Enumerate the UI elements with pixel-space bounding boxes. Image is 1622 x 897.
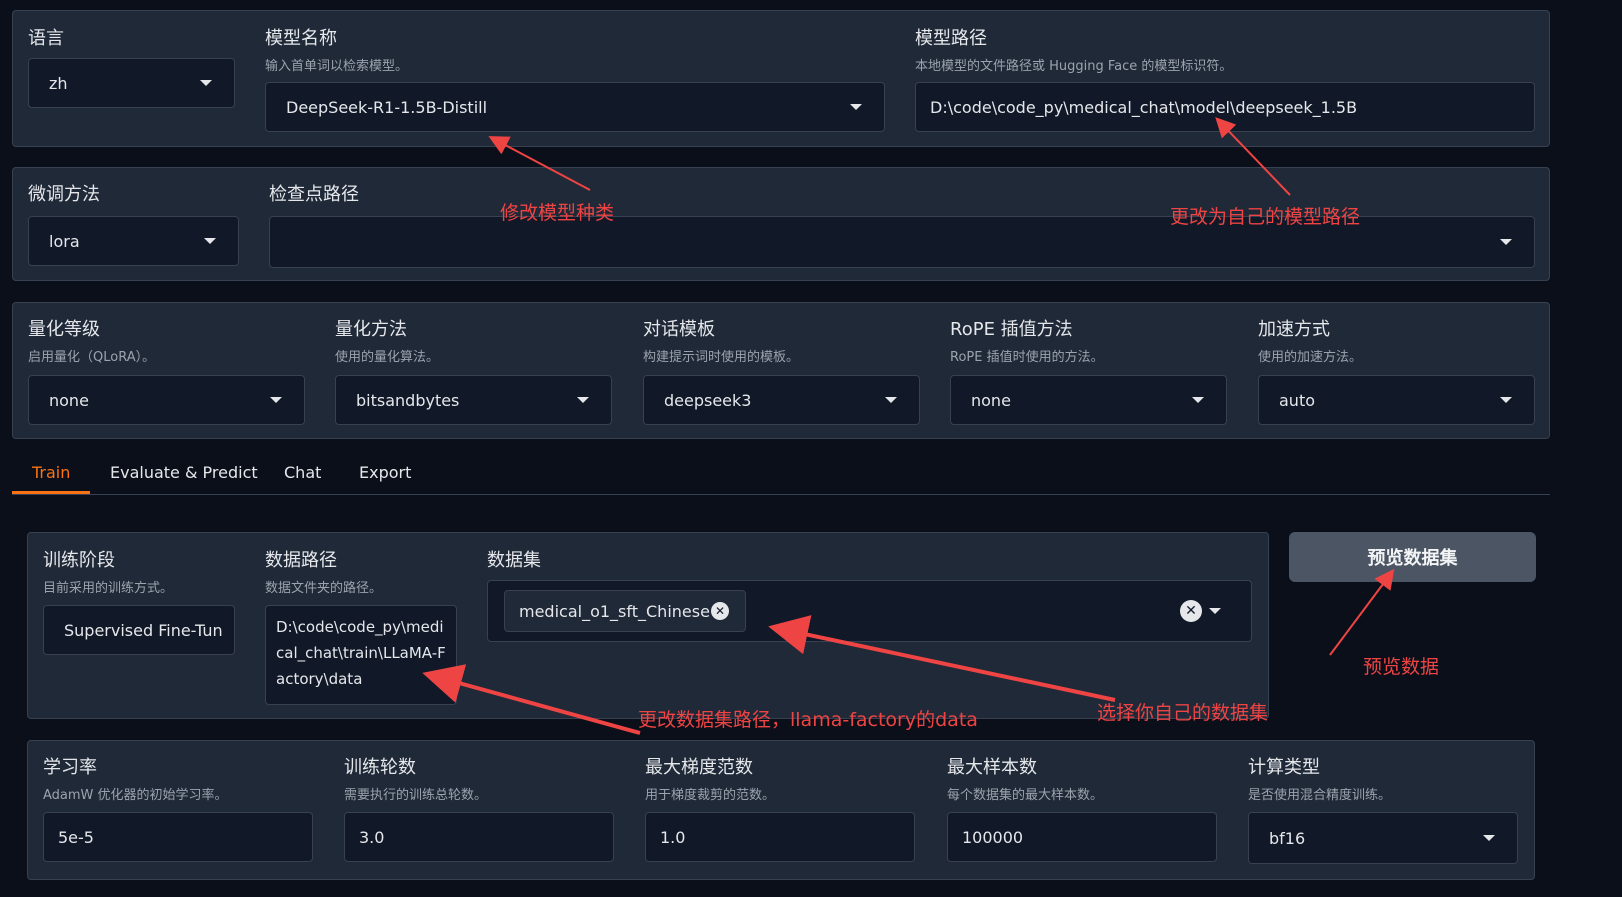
annotation-model-kind: 修改模型种类 xyxy=(500,202,615,224)
model-name-label: 模型名称 xyxy=(265,28,337,49)
lang-value: zh xyxy=(49,73,68,93)
model-path-label: 模型路径 xyxy=(915,28,987,49)
template-label: 对话模板 xyxy=(643,319,715,340)
caret-down-icon xyxy=(577,397,589,403)
dataset-chip[interactable]: medical_o1_sft_Chinese ✕ xyxy=(504,590,746,632)
rope-value: none xyxy=(971,390,1011,410)
max-grad-norm-label: 最大梯度范数 xyxy=(645,757,753,778)
tab-bar: Train Evaluate & Predict Chat Export xyxy=(12,455,1550,495)
annotation-dataset-path: 更改数据集路径，llama-factory的data xyxy=(638,709,978,731)
preview-dataset-button[interactable]: 预览数据集 xyxy=(1289,532,1536,582)
caret-down-icon xyxy=(885,397,897,403)
lr-value: 5e-5 xyxy=(58,827,94,847)
quant-bit-value: none xyxy=(49,390,89,410)
booster-info: 使用的加速方法。 xyxy=(1258,350,1363,365)
max-grad-norm-info: 用于梯度裁剪的范数。 xyxy=(645,788,776,803)
dataset-chip-label: medical_o1_sft_Chinese xyxy=(519,601,710,621)
quant-method-select[interactable]: bitsandbytes xyxy=(335,375,612,425)
model-name-select[interactable]: DeepSeek-R1-1.5B-Distill xyxy=(265,82,885,132)
caret-down-icon xyxy=(850,104,862,110)
annotation-model-path: 更改为自己的模型路径 xyxy=(1170,206,1361,228)
caret-down-icon xyxy=(1500,239,1512,245)
tab-chat[interactable]: Chat xyxy=(284,463,321,482)
lang-select[interactable]: zh xyxy=(28,58,235,108)
max-samples-input[interactable]: 100000 xyxy=(947,812,1217,862)
tab-train[interactable]: Train xyxy=(32,463,70,482)
booster-select[interactable]: auto xyxy=(1258,375,1535,425)
booster-label: 加速方式 xyxy=(1258,319,1330,340)
finetune-label: 微调方法 xyxy=(28,184,100,205)
booster-value: auto xyxy=(1279,390,1316,410)
quant-bit-info: 启用量化（QLoRA）。 xyxy=(28,350,156,365)
model-name-value: DeepSeek-R1-1.5B-Distill xyxy=(286,97,488,117)
quant-method-label: 量化方法 xyxy=(335,319,407,340)
dataset-dir-input[interactable]: D:\code\code_py\medical_chat\train\LLaMA… xyxy=(265,605,457,705)
max-samples-value: 100000 xyxy=(962,827,1024,847)
checkpoint-label: 检查点路径 xyxy=(269,184,359,205)
quant-bit-select[interactable]: none xyxy=(28,375,305,425)
stage-value: Supervised Fine-Tun xyxy=(64,620,223,640)
model-path-info: 本地模型的文件路径或 Hugging Face 的模型标识符。 xyxy=(915,59,1233,74)
caret-down-icon xyxy=(270,397,282,403)
lr-label: 学习率 xyxy=(43,757,97,778)
template-value: deepseek3 xyxy=(664,390,752,410)
finetune-select[interactable]: lora xyxy=(28,216,239,266)
arrow-annotation xyxy=(1329,568,1395,656)
lr-input[interactable]: 5e-5 xyxy=(43,812,313,862)
tab-evaluate-predict[interactable]: Evaluate & Predict xyxy=(110,463,258,482)
epochs-label: 训练轮数 xyxy=(344,757,416,778)
model-name-info: 输入首单词以检索模型。 xyxy=(265,59,409,74)
stage-label: 训练阶段 xyxy=(43,550,115,571)
compute-type-select[interactable]: bf16 xyxy=(1248,812,1518,864)
max-samples-info: 每个数据集的最大样本数。 xyxy=(947,788,1104,803)
max-samples-label: 最大样本数 xyxy=(947,757,1037,778)
quant-method-value: bitsandbytes xyxy=(356,390,460,410)
model-path-value: D:\code\code_py\medical_chat\model\deeps… xyxy=(930,97,1358,117)
max-grad-norm-value: 1.0 xyxy=(660,827,686,847)
rope-label: RoPE 插值方法 xyxy=(950,319,1073,340)
caret-down-icon xyxy=(1500,397,1512,403)
annotation-dataset: 选择你自己的数据集 xyxy=(1097,702,1269,724)
lang-label: 语言 xyxy=(28,28,64,49)
annotation-preview: 预览数据 xyxy=(1363,656,1440,678)
tab-export[interactable]: Export xyxy=(359,463,411,482)
dataset-label: 数据集 xyxy=(487,550,541,571)
lr-info: AdamW 优化器的初始学习率。 xyxy=(43,788,228,803)
rope-select[interactable]: none xyxy=(950,375,1227,425)
max-grad-norm-input[interactable]: 1.0 xyxy=(645,812,915,862)
caret-down-icon xyxy=(1192,397,1204,403)
clear-all-icon[interactable]: ✕ xyxy=(1180,600,1202,622)
close-icon[interactable]: ✕ xyxy=(711,602,729,620)
epochs-info: 需要执行的训练总轮数。 xyxy=(344,788,488,803)
caret-down-icon xyxy=(200,80,212,86)
compute-type-label: 计算类型 xyxy=(1248,757,1320,778)
stage-select[interactable]: Supervised Fine-Tun xyxy=(43,605,235,655)
compute-type-info: 是否使用混合精度训练。 xyxy=(1248,788,1392,803)
template-info: 构建提示词时使用的模板。 xyxy=(643,350,800,365)
epochs-input[interactable]: 3.0 xyxy=(344,812,614,862)
model-path-input[interactable]: D:\code\code_py\medical_chat\model\deeps… xyxy=(915,82,1535,132)
active-tab-indicator xyxy=(12,491,90,494)
quant-method-info: 使用的量化算法。 xyxy=(335,350,440,365)
dataset-dir-info: 数据文件夹的路径。 xyxy=(265,581,383,596)
caret-down-icon xyxy=(1483,835,1495,841)
compute-type-value: bf16 xyxy=(1269,828,1306,848)
epochs-value: 3.0 xyxy=(359,827,385,847)
stage-info: 目前采用的训练方式。 xyxy=(43,581,174,596)
rope-info: RoPE 插值时使用的方法。 xyxy=(950,350,1104,365)
finetune-value: lora xyxy=(49,231,80,251)
quant-bit-label: 量化等级 xyxy=(28,319,100,340)
caret-down-icon xyxy=(1209,608,1221,614)
template-select[interactable]: deepseek3 xyxy=(643,375,920,425)
dataset-dir-label: 数据路径 xyxy=(265,550,337,571)
caret-down-icon xyxy=(204,238,216,244)
